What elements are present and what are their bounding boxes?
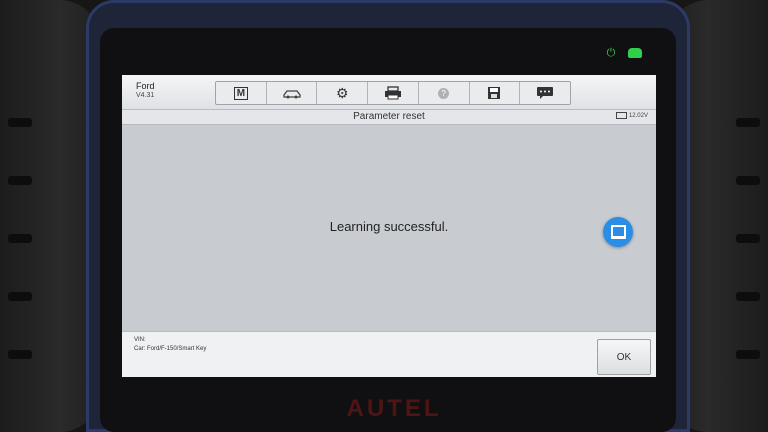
grip-slot: [736, 350, 760, 359]
document-icon: [610, 225, 626, 239]
software-version: V4.31: [136, 92, 155, 99]
home-icon: M: [233, 86, 249, 100]
grip-slot: [736, 176, 760, 185]
ok-button[interactable]: OK: [597, 339, 651, 375]
home-button[interactable]: M: [216, 82, 267, 104]
settings-button[interactable]: ⚙: [317, 82, 369, 104]
settings-icon: ⚙: [336, 84, 349, 101]
vehicle-indicator-icon: [628, 48, 642, 58]
save-icon: [488, 87, 501, 99]
toolbar: M ⚙ ?: [215, 81, 571, 105]
help-icon: ?: [438, 87, 450, 99]
device-left-grip: [0, 0, 100, 432]
help-button[interactable]: ?: [419, 82, 470, 104]
feedback-icon: [537, 87, 554, 99]
device-brand-logo: AUTEL: [346, 395, 442, 422]
grip-slot: [8, 350, 32, 359]
vehicle-swap-button[interactable]: [267, 82, 318, 104]
footer-bar: VIN: Car: Ford/F-150/Smart Key OK: [122, 331, 656, 377]
feedback-button[interactable]: [520, 82, 570, 104]
vin-label: VIN:: [134, 337, 146, 343]
grip-slot: [8, 176, 32, 185]
grip-slot: [8, 234, 32, 243]
vehicle-path: Car: Ford/F-150/Smart Key: [134, 346, 207, 352]
save-report-button[interactable]: [603, 217, 633, 247]
page-title: Parameter reset: [353, 111, 425, 122]
vehicle-make: Ford V4.31: [136, 81, 155, 101]
make-label: Ford: [136, 81, 155, 91]
battery-icon: [615, 112, 627, 119]
print-button[interactable]: [368, 82, 419, 104]
grip-slot: [8, 118, 32, 127]
battery-voltage: 12.02V: [615, 112, 648, 119]
vehicle-swap-icon: [282, 90, 301, 99]
status-message: Learning successful.: [329, 219, 449, 234]
grip-slot: [736, 118, 760, 127]
save-button[interactable]: [470, 82, 521, 104]
battery-voltage-value: 12.02V: [628, 112, 648, 119]
top-bar: Ford V4.31 M ⚙ ?: [122, 75, 656, 110]
print-icon: [385, 86, 402, 100]
grip-slot: [736, 292, 760, 301]
screen: Ford V4.31 M ⚙ ? Parameter reset 12.02V …: [122, 75, 656, 377]
power-indicator-icon: ⏻: [606, 47, 616, 59]
title-bar: Parameter reset 12.02V: [122, 110, 656, 125]
grip-slot: [736, 234, 760, 243]
grip-slot: [8, 292, 32, 301]
main-content: Learning successful.: [122, 125, 656, 370]
